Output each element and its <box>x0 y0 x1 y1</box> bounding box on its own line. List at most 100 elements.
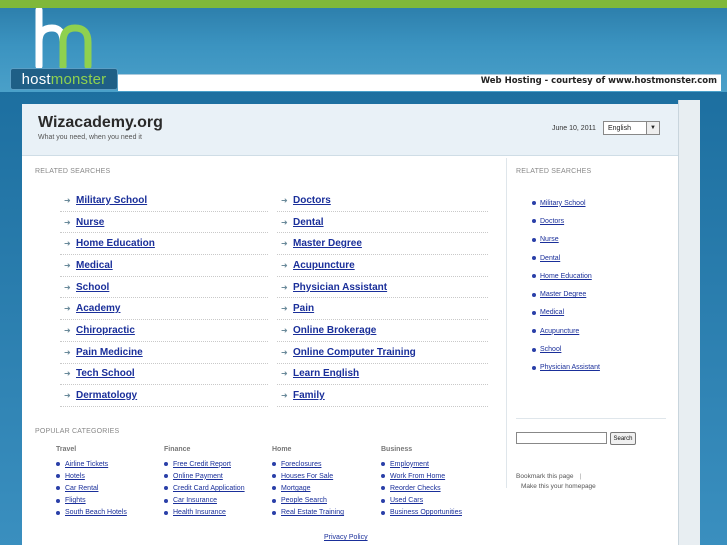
sidebar-link[interactable]: Doctors <box>540 218 564 225</box>
popular-link[interactable]: Business Opportunities <box>390 509 462 516</box>
hostmonster-logo[interactable]: hostmonster <box>10 68 118 90</box>
sidebar-item[interactable]: Military School <box>532 194 600 212</box>
result-item[interactable]: ➜ Learn English <box>277 364 488 386</box>
result-item[interactable]: ➜ Tech School <box>60 364 268 386</box>
result-link[interactable]: Learn English <box>293 368 359 379</box>
popular-link[interactable]: Employment <box>390 461 429 468</box>
result-item[interactable]: ➜ Acupuncture <box>277 255 488 277</box>
popular-link[interactable]: Real Estate Training <box>281 509 344 516</box>
result-item[interactable]: ➜ Academy <box>60 298 268 321</box>
result-item[interactable]: ➜ Medical <box>60 255 268 277</box>
popular-link[interactable]: Car Insurance <box>173 497 217 504</box>
popular-item[interactable]: Credit Card Application <box>164 482 274 494</box>
popular-item[interactable]: Used Cars <box>381 495 491 507</box>
popular-link[interactable]: Foreclosures <box>281 461 321 468</box>
sidebar-item[interactable]: Acupuncture <box>532 322 600 340</box>
result-link[interactable]: Pain <box>293 303 314 314</box>
popular-item[interactable]: People Search <box>272 495 382 507</box>
sidebar-item[interactable]: Nurse <box>532 231 600 249</box>
sidebar-link[interactable]: Home Education <box>540 273 592 280</box>
popular-link[interactable]: People Search <box>281 497 327 504</box>
sidebar-item[interactable]: Physician Assistant <box>532 359 600 377</box>
result-item[interactable]: ➜ Pain <box>277 298 488 321</box>
popular-item[interactable]: Business Opportunities <box>381 507 491 519</box>
popular-link[interactable]: Hotels <box>65 473 85 480</box>
result-item[interactable]: ➜ Nurse <box>60 212 268 234</box>
language-select[interactable]: English ▼ <box>603 121 660 135</box>
bookmark-link[interactable]: Bookmark this page <box>516 473 573 480</box>
result-item[interactable]: ➜ Doctors <box>277 190 488 212</box>
popular-item[interactable]: Flights <box>56 495 166 507</box>
popular-link[interactable]: Car Rental <box>65 485 98 492</box>
sidebar-link[interactable]: Physician Assistant <box>540 364 600 371</box>
popular-item[interactable]: Foreclosures <box>272 458 382 470</box>
result-link[interactable]: Acupuncture <box>293 260 355 271</box>
popular-item[interactable]: Car Insurance <box>164 495 274 507</box>
result-link[interactable]: Academy <box>76 303 120 314</box>
result-item[interactable]: ➜ Pain Medicine <box>60 342 268 364</box>
popular-link[interactable]: South Beach Hotels <box>65 509 127 516</box>
popular-item[interactable]: Houses For Sale <box>272 470 382 482</box>
popular-link[interactable]: Reorder Checks <box>390 485 441 492</box>
popular-item[interactable]: Hotels <box>56 470 166 482</box>
result-link[interactable]: Online Computer Training <box>293 347 416 358</box>
search-button[interactable]: Search <box>610 432 636 445</box>
popular-link[interactable]: Online Payment <box>173 473 223 480</box>
popular-link[interactable]: Work From Home <box>390 473 445 480</box>
popular-item[interactable]: Real Estate Training <box>272 507 382 519</box>
result-link[interactable]: Master Degree <box>293 238 362 249</box>
result-link[interactable]: Chiropractic <box>76 325 135 336</box>
sidebar-item[interactable]: School <box>532 340 600 358</box>
popular-item[interactable]: Work From Home <box>381 470 491 482</box>
result-link[interactable]: Doctors <box>293 195 331 206</box>
popular-item[interactable]: Airline Tickets <box>56 458 166 470</box>
result-link[interactable]: Physician Assistant <box>293 282 387 293</box>
sidebar-link[interactable]: Acupuncture <box>540 328 579 335</box>
popular-link[interactable]: Airline Tickets <box>65 461 108 468</box>
result-link[interactable]: Tech School <box>76 368 135 379</box>
sidebar-link[interactable]: School <box>540 346 561 353</box>
sidebar-item[interactable]: Home Education <box>532 267 600 285</box>
popular-link[interactable]: Mortgage <box>281 485 311 492</box>
result-link[interactable]: School <box>76 282 109 293</box>
triangle-down-icon[interactable]: ▼ <box>646 122 659 134</box>
result-link[interactable]: Nurse <box>76 217 104 228</box>
result-item[interactable]: ➜ Family <box>277 385 488 407</box>
search-input[interactable] <box>516 432 607 444</box>
sidebar-item[interactable]: Dental <box>532 249 600 267</box>
popular-item[interactable]: Online Payment <box>164 470 274 482</box>
result-item[interactable]: ➜ Dermatology <box>60 385 268 407</box>
popular-item[interactable]: Reorder Checks <box>381 482 491 494</box>
sidebar-link[interactable]: Dental <box>540 255 560 262</box>
popular-item[interactable]: Mortgage <box>272 482 382 494</box>
homepage-link[interactable]: Make this your homepage <box>521 483 596 490</box>
result-item[interactable]: ➜ Home Education <box>60 233 268 256</box>
popular-link[interactable]: Credit Card Application <box>173 485 245 492</box>
popular-item[interactable]: Car Rental <box>56 482 166 494</box>
popular-link[interactable]: Houses For Sale <box>281 473 333 480</box>
popular-item[interactable]: Free Credit Report <box>164 458 274 470</box>
sidebar-item[interactable]: Medical <box>532 304 600 322</box>
privacy-policy-link[interactable]: Privacy Policy <box>324 534 368 541</box>
result-item[interactable]: ➜ Online Computer Training <box>277 342 488 364</box>
popular-link[interactable]: Used Cars <box>390 497 423 504</box>
popular-item[interactable]: Health Insurance <box>164 507 274 519</box>
result-link[interactable]: Military School <box>76 195 147 206</box>
result-link[interactable]: Dental <box>293 217 324 228</box>
popular-item[interactable]: Employment <box>381 458 491 470</box>
sidebar-link[interactable]: Master Degree <box>540 291 586 298</box>
result-item[interactable]: ➜ Master Degree <box>277 233 488 256</box>
popular-item[interactable]: South Beach Hotels <box>56 507 166 519</box>
result-link[interactable]: Home Education <box>76 238 155 249</box>
result-link[interactable]: Dermatology <box>76 390 137 401</box>
popular-link[interactable]: Flights <box>65 497 86 504</box>
sidebar-link[interactable]: Military School <box>540 200 586 207</box>
result-item[interactable]: ➜ Online Brokerage <box>277 320 488 342</box>
sidebar-link[interactable]: Medical <box>540 309 564 316</box>
result-item[interactable]: ➜ Physician Assistant <box>277 277 488 299</box>
result-link[interactable]: Medical <box>76 260 113 271</box>
result-link[interactable]: Pain Medicine <box>76 347 143 358</box>
result-item[interactable]: ➜ School <box>60 277 268 299</box>
result-link[interactable]: Family <box>293 390 325 401</box>
popular-link[interactable]: Free Credit Report <box>173 461 231 468</box>
